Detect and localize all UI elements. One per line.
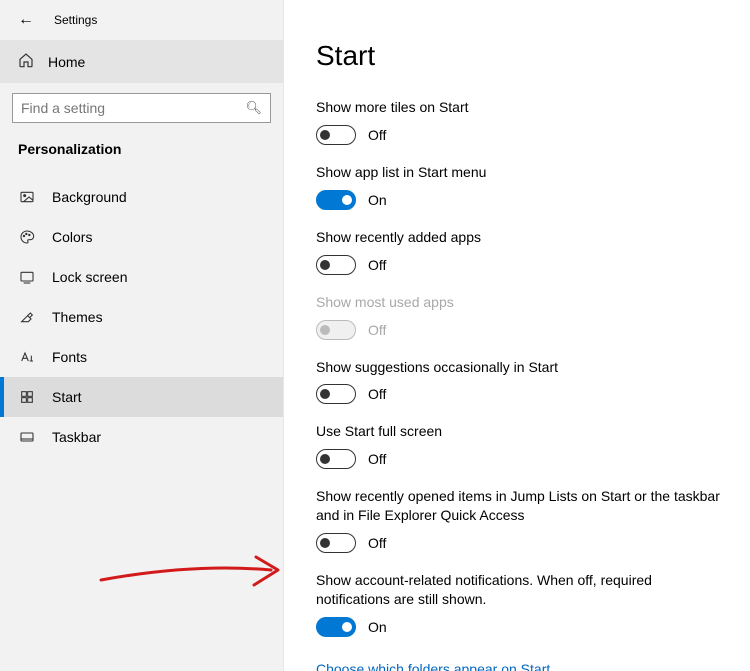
sidebar-item-background[interactable]: Background	[0, 177, 283, 217]
search-container: 🔍︎	[0, 83, 283, 129]
toggle-switch[interactable]	[316, 533, 356, 553]
toggle-line: Off	[316, 384, 722, 404]
setting-row: Show recently opened items in Jump Lists…	[316, 487, 722, 553]
toggle-state-label: Off	[368, 386, 386, 402]
toggle-line: Off	[316, 533, 722, 553]
toggle-line: Off	[316, 449, 722, 469]
setting-label: Show suggestions occasionally in Start	[316, 358, 722, 377]
toggle-switch	[316, 320, 356, 340]
search-box[interactable]: 🔍︎	[12, 93, 271, 123]
sidebar-item-colors[interactable]: Colors	[0, 217, 283, 257]
toggle-state-label: Off	[368, 127, 386, 143]
sidebar-item-lock-screen[interactable]: Lock screen	[0, 257, 283, 297]
choose-folders-link[interactable]: Choose which folders appear on Start	[316, 661, 550, 671]
toggle-switch[interactable]	[316, 255, 356, 275]
setting-label: Show account-related notifications. When…	[316, 571, 722, 609]
setting-row: Show suggestions occasionally in Start Of…	[316, 358, 722, 405]
toggle-line: Off	[316, 125, 722, 145]
nav-label: Colors	[52, 229, 92, 245]
back-button[interactable]: ←	[18, 12, 34, 28]
toggle-line: Off	[316, 320, 722, 340]
toggle-switch[interactable]	[316, 125, 356, 145]
lock-screen-icon	[18, 269, 36, 285]
page-title: Start	[316, 40, 722, 72]
toggle-switch[interactable]	[316, 384, 356, 404]
toggle-state-label: On	[368, 192, 387, 208]
setting-label: Show more tiles on Start	[316, 98, 722, 117]
top-bar: ← Settings	[0, 0, 283, 40]
setting-label: Show app list in Start menu	[316, 163, 722, 182]
setting-row: Show more tiles on Start Off	[316, 98, 722, 145]
nav-label: Lock screen	[52, 269, 127, 285]
nav-label: Taskbar	[52, 429, 101, 445]
nav-label: Background	[52, 189, 127, 205]
app-title: Settings	[54, 13, 97, 27]
toggle-state-label: On	[368, 619, 387, 635]
toggle-line: On	[316, 617, 722, 637]
sidebar-item-home[interactable]: Home	[0, 40, 283, 83]
toggle-switch[interactable]	[316, 449, 356, 469]
toggle-state-label: Off	[368, 257, 386, 273]
setting-row: Show most used apps Off	[316, 293, 722, 340]
sidebar-item-taskbar[interactable]: Taskbar	[0, 417, 283, 457]
themes-icon	[18, 309, 36, 325]
toggle-state-label: Off	[368, 535, 386, 551]
start-icon	[18, 389, 36, 405]
nav-label: Fonts	[52, 349, 87, 365]
nav-list: Background Colors Lock screen Themes Fon…	[0, 177, 283, 457]
sidebar-item-themes[interactable]: Themes	[0, 297, 283, 337]
taskbar-icon	[18, 429, 36, 445]
nav-label: Start	[52, 389, 82, 405]
setting-label: Show recently opened items in Jump Lists…	[316, 487, 722, 525]
setting-row: Show app list in Start menu On	[316, 163, 722, 210]
sidebar-item-start[interactable]: Start	[0, 377, 283, 417]
home-label: Home	[48, 54, 85, 70]
setting-label: Use Start full screen	[316, 422, 722, 441]
annotation-arrow	[96, 545, 296, 605]
fonts-icon	[18, 349, 36, 365]
home-icon	[18, 52, 34, 71]
toggle-state-label: Off	[368, 451, 386, 467]
sidebar: ← Settings Home 🔍︎ Personalization Backg…	[0, 0, 284, 671]
setting-row: Show recently added apps Off	[316, 228, 722, 275]
toggle-line: Off	[316, 255, 722, 275]
toggle-switch[interactable]	[316, 617, 356, 637]
sidebar-item-fonts[interactable]: Fonts	[0, 337, 283, 377]
search-icon: 🔍︎	[245, 100, 262, 116]
toggle-state-label: Off	[368, 322, 386, 338]
setting-label: Show most used apps	[316, 293, 722, 312]
nav-label: Themes	[52, 309, 103, 325]
main-content: Start Show more tiles on Start Off Show ap…	[284, 0, 750, 671]
search-input[interactable]	[21, 100, 245, 116]
setting-row: Show account-related notifications. When…	[316, 571, 722, 637]
section-label: Personalization	[0, 129, 283, 163]
image-icon	[18, 189, 36, 205]
setting-label: Show recently added apps	[316, 228, 722, 247]
toggle-switch[interactable]	[316, 190, 356, 210]
setting-row: Use Start full screen Off	[316, 422, 722, 469]
toggle-line: On	[316, 190, 722, 210]
palette-icon	[18, 229, 36, 245]
